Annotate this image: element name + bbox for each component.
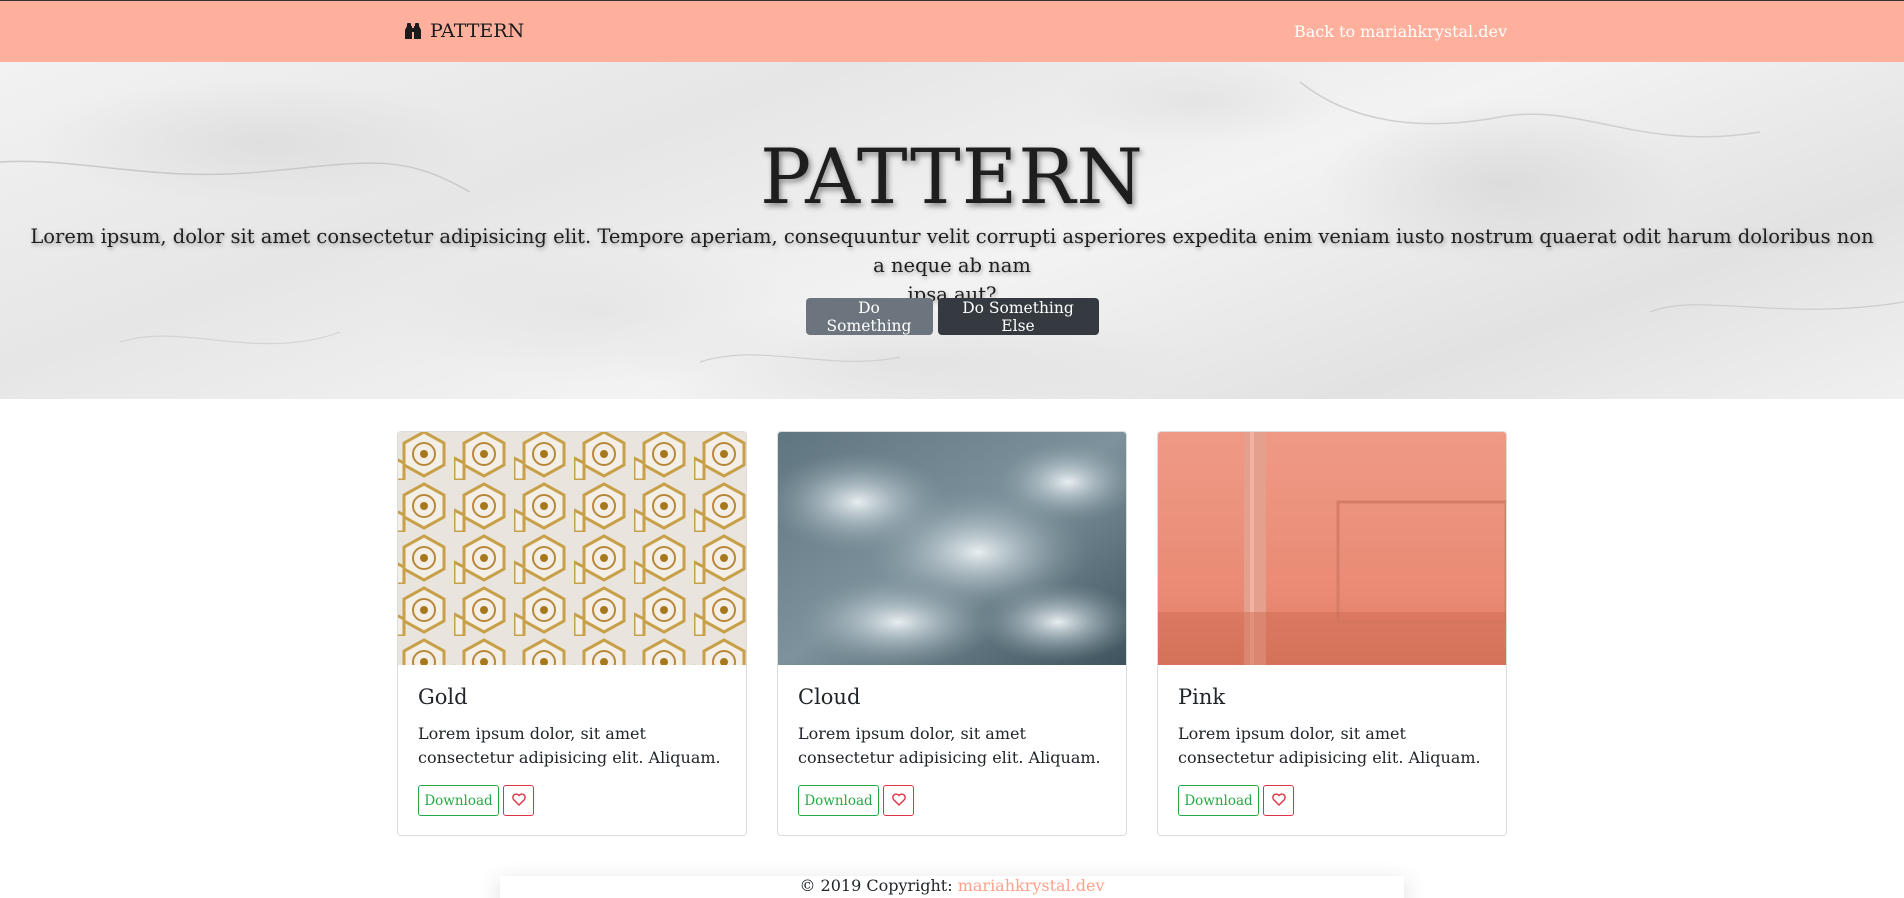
card-actions: Download <box>1178 785 1294 816</box>
like-button[interactable] <box>503 785 534 816</box>
pink-pattern-image[interactable] <box>1158 432 1506 665</box>
brand-link[interactable]: PATTERN <box>404 20 524 42</box>
hero-description: Lorem ipsum, dolor sit amet consectetur … <box>30 222 1874 309</box>
footer: © 2019 Copyright: mariahkrystal.dev <box>500 876 1404 898</box>
do-something-button[interactable]: Do Something <box>805 298 933 335</box>
footer-link[interactable]: mariahkrystal.dev <box>958 876 1105 895</box>
card-title: Pink <box>1178 685 1226 709</box>
like-button[interactable] <box>1263 785 1294 816</box>
download-button[interactable]: Download <box>1178 785 1259 816</box>
back-link[interactable]: Back to mariahkrystal.dev <box>1294 22 1507 41</box>
card-title: Cloud <box>798 685 861 709</box>
card-actions: Download <box>798 785 914 816</box>
binoculars-icon <box>404 22 422 40</box>
card-actions: Download <box>418 785 534 816</box>
do-something-else-button[interactable]: Do Something Else <box>937 298 1099 335</box>
pattern-card-gold: Gold Lorem ipsum dolor, sit amet consect… <box>397 431 747 836</box>
cloud-pattern-image[interactable] <box>778 432 1126 665</box>
card-text: Lorem ipsum dolor, sit amet consectetur … <box>418 724 721 767</box>
hero-description-line-1: Lorem ipsum, dolor sit amet consectetur … <box>30 225 1874 277</box>
hero-title: PATTERN <box>760 132 1144 221</box>
heart-icon <box>891 792 906 809</box>
hero-button-group: Do Something Do Something Else <box>0 298 1904 335</box>
card-text: Lorem ipsum dolor, sit amet consectetur … <box>798 724 1101 767</box>
navbar: PATTERN Back to mariahkrystal.dev <box>0 0 1904 62</box>
pattern-card-cloud: Cloud Lorem ipsum dolor, sit amet consec… <box>777 431 1127 836</box>
brand-label: PATTERN <box>430 20 525 42</box>
download-button[interactable]: Download <box>418 785 499 816</box>
pattern-card-pink: Pink Lorem ipsum dolor, sit amet consect… <box>1157 431 1507 836</box>
footer-copyright: © 2019 Copyright: <box>799 876 958 895</box>
like-button[interactable] <box>883 785 914 816</box>
heart-icon <box>511 792 526 809</box>
gold-pattern-image[interactable] <box>398 432 746 665</box>
download-button[interactable]: Download <box>798 785 879 816</box>
card-title: Gold <box>418 685 468 709</box>
card-text: Lorem ipsum dolor, sit amet consectetur … <box>1178 724 1481 767</box>
hero-jumbotron: PATTERN Lorem ipsum, dolor sit amet cons… <box>0 62 1904 399</box>
heart-icon <box>1271 792 1286 809</box>
